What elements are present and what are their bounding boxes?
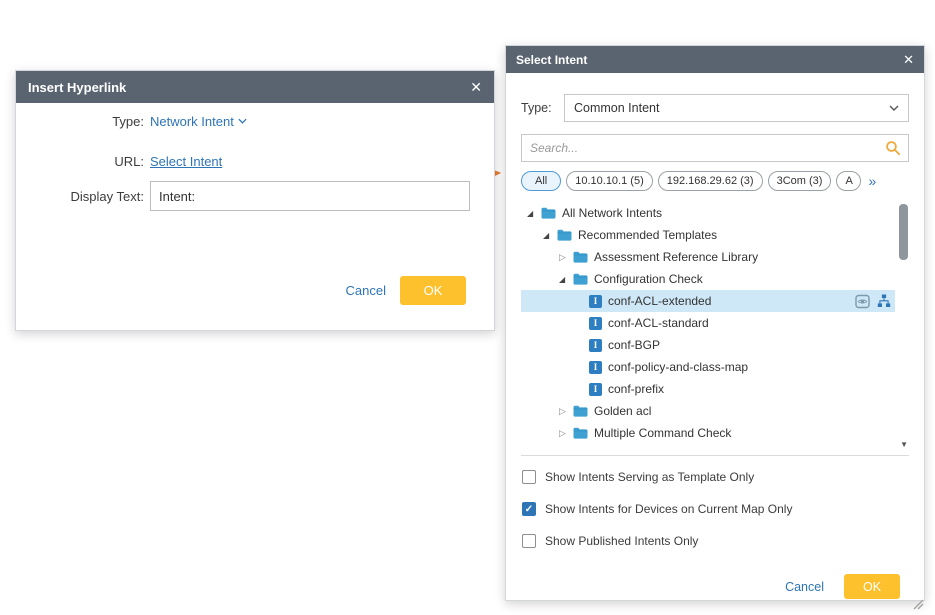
tree-row[interactable]: ▷ Assessment Reference Library — [521, 246, 895, 268]
tree-row[interactable]: Iconf-BGP — [521, 334, 895, 356]
options-checkboxes: Show Intents Serving as Template Only ✓ Sh… — [522, 469, 909, 565]
type-row: Type: Network Intent — [16, 111, 494, 131]
search-icon[interactable] — [885, 140, 901, 156]
intent-tree-rows: ◢ All Network Intents ◢ Recommended Templat… — [521, 200, 909, 444]
tree-row[interactable]: Iconf-prefix — [521, 378, 895, 400]
collapse-caret-icon[interactable]: ◢ — [543, 231, 557, 240]
checkbox-row[interactable]: Show Published Intents Only — [522, 533, 909, 549]
cancel-button[interactable]: Cancel — [346, 283, 386, 298]
tree-row[interactable]: ◢ Recommended Templates — [521, 224, 895, 246]
type-value: Network Intent — [150, 114, 234, 129]
select-intent-dialog: Select Intent ✕ Type: Common Intent All1… — [505, 45, 925, 601]
insert-hyperlink-buttons: Cancel OK — [346, 276, 466, 305]
checkbox-row[interactable]: Show Intents Serving as Template Only — [522, 469, 909, 485]
screenshot-canvas: Insert Hyperlink ✕ Type: Network Intent … — [0, 0, 935, 612]
tree-row[interactable]: ▷ Multiple Command Check — [521, 422, 895, 444]
insert-hyperlink-titlebar: Insert Hyperlink ✕ — [16, 71, 494, 103]
filter-chip[interactable]: All — [521, 171, 561, 191]
insert-hyperlink-dialog: Insert Hyperlink ✕ Type: Network Intent … — [15, 70, 495, 331]
expand-caret-icon[interactable]: ▷ — [559, 252, 573, 263]
folder-icon — [573, 251, 588, 263]
checkbox-label: Show Published Intents Only — [545, 534, 698, 548]
ok-button[interactable]: OK — [844, 574, 900, 599]
close-icon[interactable]: ✕ — [470, 79, 482, 96]
tree-row-actions — [855, 294, 895, 309]
resize-grip-icon[interactable] — [912, 597, 924, 615]
tree-row[interactable]: Iconf-ACL-extended — [521, 290, 895, 312]
insert-hyperlink-title: Insert Hyperlink — [28, 80, 126, 95]
tree-node-label: Configuration Check — [594, 272, 703, 286]
filter-chip[interactable]: A — [836, 171, 861, 191]
tree-node-label: Multiple Command Check — [594, 426, 731, 440]
checkbox-label: Show Intents Serving as Template Only — [545, 470, 754, 484]
tree-node-label: conf-prefix — [608, 382, 664, 396]
folder-icon — [573, 405, 588, 417]
intent-icon: I — [589, 295, 602, 308]
filter-chip[interactable]: 192.168.29.62 (3) — [658, 171, 763, 191]
checkbox-unchecked-icon[interactable] — [522, 470, 536, 484]
tree-row[interactable]: ▷ Golden acl — [521, 400, 895, 422]
tree-row[interactable]: ◢ Configuration Check — [521, 268, 895, 290]
tree-row[interactable]: Iconf-policy-and-class-map — [521, 356, 895, 378]
device-map-icon[interactable] — [877, 294, 891, 308]
chips-overflow-button[interactable]: » — [868, 173, 876, 189]
checkbox-checked-icon[interactable]: ✓ — [522, 502, 536, 516]
ok-button[interactable]: OK — [400, 276, 466, 305]
tree-node-label: conf-BGP — [608, 338, 660, 352]
display-text-label: Display Text: — [16, 189, 144, 204]
filter-chip[interactable]: 3Com (3) — [768, 171, 832, 191]
select-intent-titlebar: Select Intent ✕ — [506, 46, 924, 73]
tree-node-label: Golden acl — [594, 404, 651, 418]
intent-type-value: Common Intent — [574, 101, 659, 115]
tree-node-label: Assessment Reference Library — [594, 250, 758, 264]
scroll-down-icon[interactable]: ▼ — [900, 440, 908, 449]
select-intent-buttons: Cancel OK — [785, 574, 900, 599]
search-input[interactable] — [522, 135, 885, 161]
close-icon[interactable]: ✕ — [903, 52, 914, 68]
intent-icon: I — [589, 339, 602, 352]
intent-tree: ◢ All Network Intents ◢ Recommended Templat… — [521, 200, 909, 456]
checkbox-label: Show Intents for Devices on Current Map … — [545, 502, 792, 516]
collapse-caret-icon[interactable]: ◢ — [527, 209, 541, 218]
folder-icon — [573, 273, 588, 285]
expand-caret-icon[interactable]: ▷ — [559, 428, 573, 439]
select-intent-link[interactable]: Select Intent — [150, 154, 222, 169]
intent-type-select[interactable]: Common Intent — [564, 94, 909, 122]
tree-node-label: conf-ACL-standard — [608, 316, 709, 330]
intent-icon: I — [589, 383, 602, 396]
tree-node-label: conf-ACL-extended — [608, 294, 711, 308]
tree-node-label: conf-policy-and-class-map — [608, 360, 748, 374]
type-label: Type: — [16, 114, 144, 129]
url-row: URL: Select Intent — [16, 151, 494, 171]
type-dropdown[interactable]: Network Intent — [150, 114, 247, 129]
collapse-caret-icon[interactable]: ◢ — [559, 275, 573, 284]
checkbox-unchecked-icon[interactable] — [522, 534, 536, 548]
device-filter-chips: All10.10.10.1 (5)192.168.29.62 (3)3Com (… — [521, 168, 909, 194]
view-icon[interactable] — [855, 294, 870, 309]
expand-caret-icon[interactable]: ▷ — [559, 406, 573, 417]
cancel-button[interactable]: Cancel — [785, 580, 824, 594]
intent-type-label: Type: — [521, 101, 564, 115]
intent-icon: I — [589, 361, 602, 374]
tree-node-label: Recommended Templates — [578, 228, 717, 242]
chevron-down-icon — [889, 105, 899, 111]
folder-icon — [557, 229, 572, 241]
display-text-input[interactable] — [150, 181, 470, 211]
intent-type-row: Type: Common Intent — [521, 94, 909, 122]
display-text-row: Display Text: — [16, 181, 494, 211]
intent-icon: I — [589, 317, 602, 330]
folder-icon — [573, 427, 588, 439]
search-box — [521, 134, 909, 162]
checkbox-row[interactable]: ✓ Show Intents for Devices on Current Map… — [522, 501, 909, 517]
tree-row[interactable]: Iconf-ACL-standard — [521, 312, 895, 334]
url-label: URL: — [16, 154, 144, 169]
tree-row[interactable]: ◢ All Network Intents — [521, 202, 895, 224]
scrollbar-thumb[interactable] — [899, 204, 908, 260]
chevron-down-icon — [238, 118, 247, 124]
tree-node-label: All Network Intents — [562, 206, 662, 220]
filter-chip[interactable]: 10.10.10.1 (5) — [566, 171, 653, 191]
select-intent-title: Select Intent — [516, 53, 587, 67]
folder-icon — [541, 207, 556, 219]
